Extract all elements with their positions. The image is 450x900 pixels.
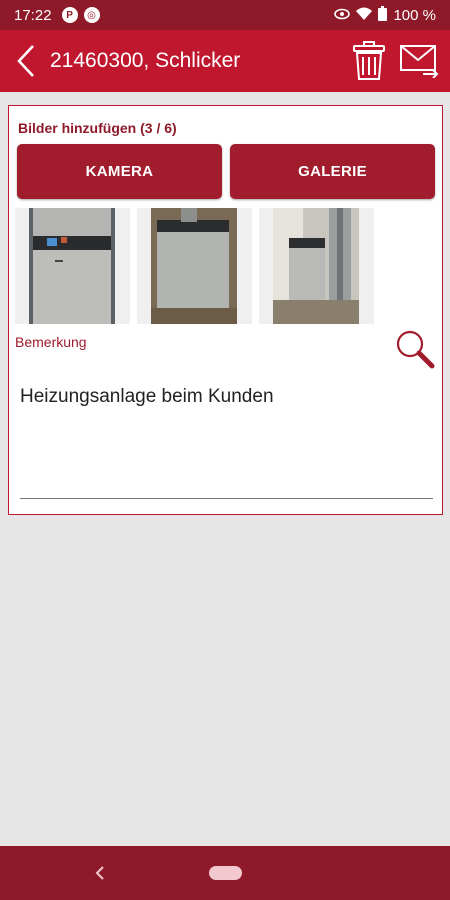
remark-label: Bemerkung bbox=[15, 334, 87, 350]
delete-button[interactable] bbox=[344, 30, 394, 92]
photo-thumbnail-2[interactable] bbox=[137, 208, 252, 324]
status-time: 17:22 bbox=[14, 6, 52, 24]
send-mail-button[interactable] bbox=[394, 30, 444, 92]
nav-back-button[interactable] bbox=[88, 861, 112, 885]
status-bar: 17:22 P ◎ 100 % bbox=[0, 0, 450, 30]
magnifier-icon bbox=[396, 330, 435, 369]
remark-input-underline bbox=[20, 498, 433, 499]
system-nav-bar bbox=[0, 846, 450, 900]
remark-input[interactable]: Heizungsanlage beim Kunden bbox=[20, 386, 274, 408]
image-remark-card: Bilder hinzufügen (3 / 6) KAMERA GALERIE bbox=[8, 105, 443, 515]
app-bar: 21460300, Schlicker bbox=[0, 30, 450, 92]
wifi-icon bbox=[356, 7, 373, 24]
notification-p-icon: P bbox=[61, 7, 78, 23]
notification-badge-icon: ◎ bbox=[83, 7, 100, 23]
battery-percent: 100 % bbox=[393, 6, 436, 24]
photo-thumbnail-1[interactable] bbox=[15, 208, 130, 324]
search-button[interactable] bbox=[394, 328, 436, 370]
gallery-button[interactable]: GALERIE bbox=[230, 144, 435, 199]
images-section-title: Bilder hinzufügen (3 / 6) bbox=[18, 120, 177, 136]
mail-forward-icon bbox=[400, 45, 439, 78]
back-button[interactable] bbox=[4, 30, 48, 92]
camera-button[interactable]: KAMERA bbox=[17, 144, 222, 199]
photo-thumbnail-3[interactable] bbox=[259, 208, 374, 324]
page-title: 21460300, Schlicker bbox=[50, 49, 241, 72]
eye-icon bbox=[334, 7, 351, 24]
battery-icon bbox=[378, 5, 388, 25]
nav-back-icon bbox=[95, 866, 104, 880]
nav-home-pill[interactable] bbox=[209, 866, 242, 880]
back-icon bbox=[17, 45, 34, 77]
trash-icon bbox=[353, 41, 385, 80]
